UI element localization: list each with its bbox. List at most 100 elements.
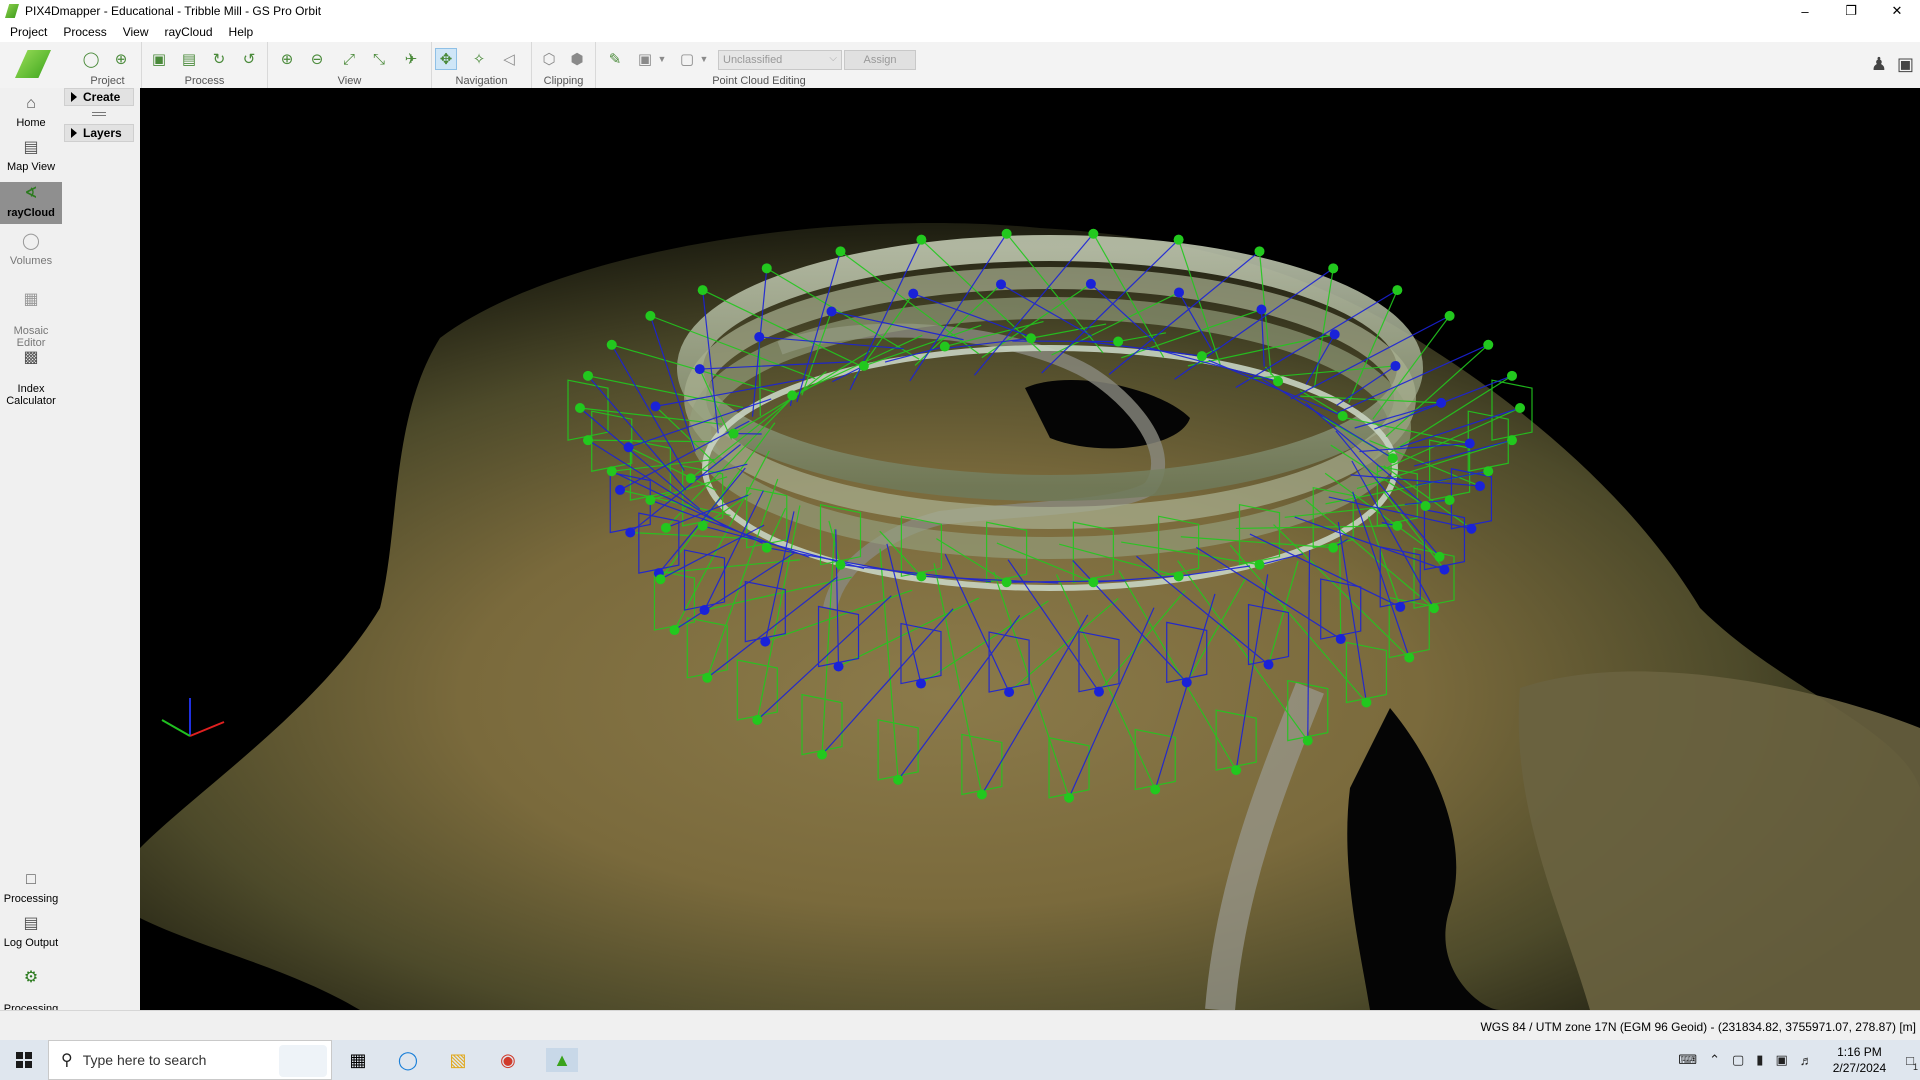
camera-dot[interactable] — [1329, 329, 1340, 340]
nav-first-person-icon[interactable]: ✧ — [468, 48, 490, 70]
camera-dot[interactable] — [669, 625, 680, 636]
camera-dot[interactable] — [858, 360, 869, 371]
camera-dot[interactable] — [660, 522, 671, 533]
camera-dot[interactable] — [1335, 634, 1346, 645]
pix4d-taskbar-icon[interactable]: ▲ — [546, 1048, 578, 1072]
restore-icon[interactable]: ❐ — [1828, 0, 1874, 22]
camera-dot[interactable] — [1395, 601, 1406, 612]
nav-trackball-icon[interactable]: ✥ — [435, 48, 457, 70]
camera-dot[interactable] — [1113, 336, 1124, 347]
camera-dot[interactable] — [1256, 304, 1267, 315]
camera-dot[interactable] — [754, 331, 765, 342]
user-account-icon[interactable]: ♟ — [1871, 54, 1887, 75]
camera-dot[interactable] — [1025, 333, 1036, 344]
sidebar-item-raycloud[interactable]: ∢ rayCloud — [0, 182, 62, 224]
camera-dot[interactable] — [1272, 376, 1283, 387]
camera-dot[interactable] — [915, 678, 926, 689]
camera-dot[interactable] — [752, 715, 763, 726]
clip-cube-icon[interactable]: ⬢ — [566, 48, 588, 70]
camera-dot[interactable] — [606, 466, 617, 477]
camera-dot[interactable] — [1328, 263, 1339, 274]
camera-dot[interactable] — [625, 527, 636, 538]
camera-dot[interactable] — [1483, 466, 1494, 477]
notification-icon[interactable]: □ 1 — [1906, 1053, 1918, 1072]
edit-pencil-icon[interactable]: ✎ — [604, 48, 626, 70]
create-section-header[interactable]: Create — [64, 88, 134, 106]
chrome-icon[interactable]: ◉ — [496, 1048, 520, 1072]
camera-dot[interactable] — [697, 285, 708, 296]
classification-select[interactable]: Unclassified ⌵ — [718, 50, 842, 70]
sidebar-item-map-view[interactable]: ▤ Map View — [0, 138, 62, 180]
camera-dot[interactable] — [645, 310, 656, 321]
camera-dot[interactable] — [761, 542, 772, 553]
camera-dot[interactable] — [1434, 551, 1445, 562]
selection-dropdown-icon[interactable]: ▼ — [656, 48, 668, 70]
class-color-icon[interactable]: ▢ — [676, 48, 698, 70]
camera-dot[interactable] — [615, 484, 626, 495]
assign-button[interactable]: Assign — [844, 50, 916, 70]
camera-dot[interactable] — [1254, 559, 1265, 570]
layers-section-header[interactable]: Layers — [64, 124, 134, 142]
camera-dot[interactable] — [606, 339, 617, 350]
file-explorer-icon[interactable]: ▧ — [446, 1048, 470, 1072]
camera-dot[interactable] — [833, 661, 844, 672]
camera-dot[interactable] — [1001, 577, 1012, 588]
panel-splitter[interactable] — [92, 112, 106, 116]
menu-view[interactable]: View — [115, 25, 157, 39]
camera-dot[interactable] — [702, 672, 713, 683]
gcp-manager-icon[interactable]: ⊕ — [110, 48, 132, 70]
camera-dot[interactable] — [1483, 339, 1494, 350]
camera-dot[interactable] — [575, 403, 585, 413]
camera-dot[interactable] — [1474, 481, 1485, 492]
camera-dot[interactable] — [908, 288, 919, 299]
camera-dot[interactable] — [1174, 287, 1185, 298]
sidebar-item-processing-options[interactable]: ⚙ Processing Options — [0, 956, 62, 1027]
camera-dot[interactable] — [939, 341, 950, 352]
menu-raycloud[interactable]: rayCloud — [157, 25, 221, 39]
camera-dot[interactable] — [655, 574, 666, 585]
camera-dot[interactable] — [1231, 765, 1242, 776]
camera-dot[interactable] — [685, 473, 696, 484]
camera-dot[interactable] — [835, 246, 846, 257]
process-reoptimize-icon[interactable]: ↻ — [208, 48, 230, 70]
process-new-icon[interactable]: ▣ — [148, 48, 170, 70]
camera-dot[interactable] — [694, 364, 705, 375]
camera-dot[interactable] — [893, 774, 904, 785]
camera-dot[interactable] — [697, 520, 708, 531]
camera-dot[interactable] — [1444, 495, 1455, 506]
camera-dot[interactable] — [1515, 403, 1525, 413]
zoom-in-icon[interactable]: ⊕ — [276, 48, 298, 70]
camera-dot[interactable] — [1181, 677, 1192, 688]
zoom-extent-icon[interactable]: ⤢ — [338, 48, 360, 70]
camera-dot[interactable] — [1302, 735, 1313, 746]
battery-icon[interactable]: ▮ — [1756, 1052, 1763, 1068]
camera-dot[interactable] — [728, 428, 739, 439]
camera-dot[interactable] — [1392, 520, 1403, 531]
camera-dot[interactable] — [1392, 285, 1403, 296]
camera-dot[interactable] — [1001, 228, 1012, 239]
camera-dot[interactable] — [1444, 310, 1455, 321]
edge-browser-icon[interactable]: ◯ — [396, 1048, 420, 1072]
camera-dot[interactable] — [1085, 278, 1096, 289]
camera-dot[interactable] — [1439, 564, 1450, 575]
camera-dot[interactable] — [761, 263, 772, 274]
task-view-icon[interactable]: ▦ — [346, 1048, 370, 1072]
show-hidden-icons-chevron-icon[interactable]: ⌃ — [1709, 1052, 1720, 1068]
camera-dot[interactable] — [1173, 571, 1184, 582]
clip-box-icon[interactable]: ⬡ — [538, 48, 560, 70]
camera-dot[interactable] — [1387, 453, 1398, 464]
camera-dot[interactable] — [835, 559, 846, 570]
camera-dot[interactable] — [1506, 435, 1517, 446]
camera-dot[interactable] — [976, 789, 987, 800]
meet-now-icon[interactable]: ▢ — [1732, 1052, 1744, 1068]
raycloud-3d-viewport[interactable] — [140, 88, 1920, 1010]
selection-mode-icon[interactable]: ▣ — [634, 48, 656, 70]
camera-dot[interactable] — [1328, 542, 1339, 553]
process-rematch-icon[interactable]: ↺ — [238, 48, 260, 70]
camera-dot[interactable] — [1088, 228, 1099, 239]
camera-dot[interactable] — [1150, 784, 1161, 795]
taskbar-search[interactable]: ⚲ Type here to search — [48, 1040, 332, 1080]
camera-dot[interactable] — [760, 636, 771, 647]
menu-project[interactable]: Project — [2, 25, 55, 39]
camera-dot[interactable] — [1420, 500, 1431, 511]
